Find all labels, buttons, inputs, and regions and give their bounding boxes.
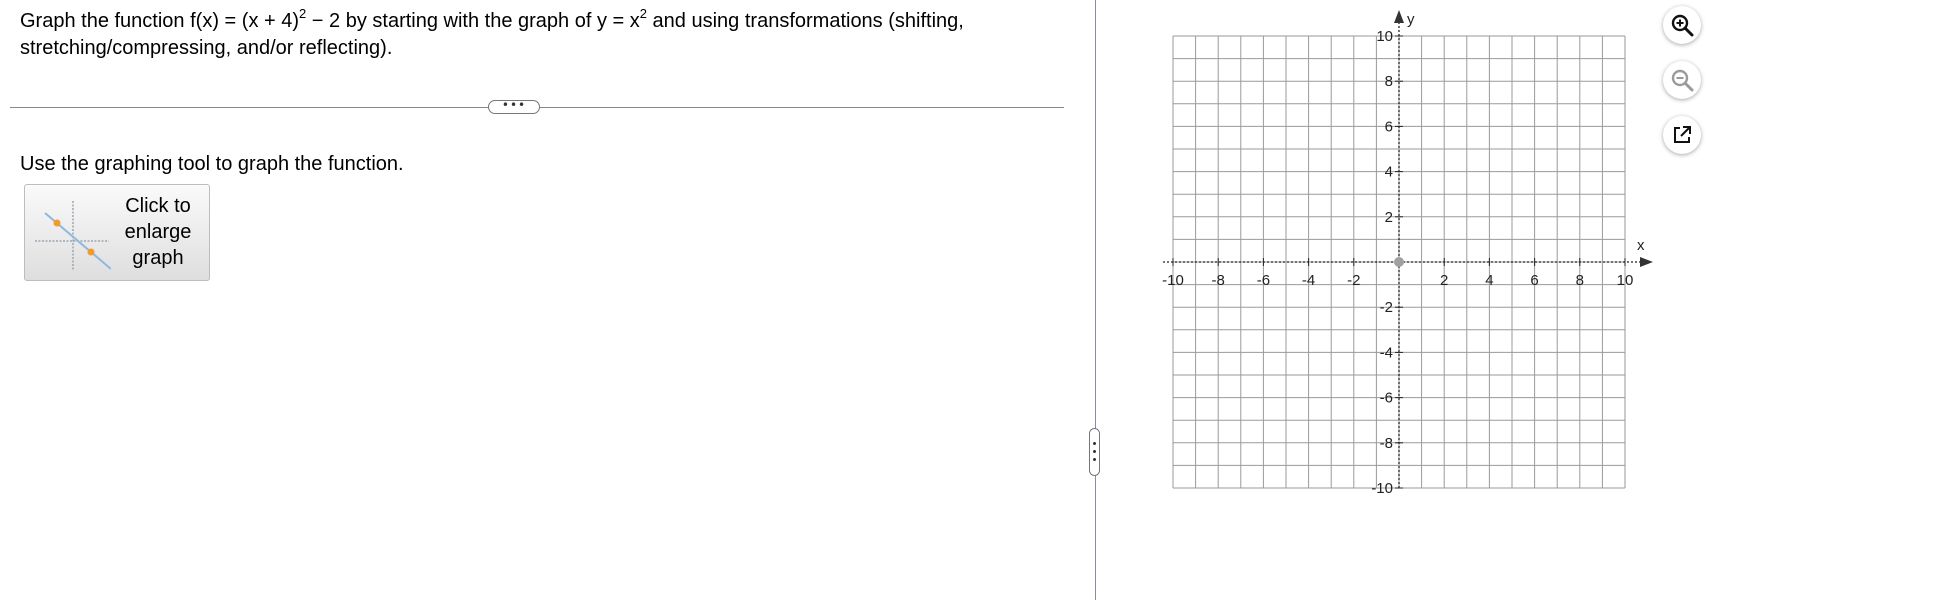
y-tick-label: 2: [1385, 209, 1393, 226]
y-tick-label: -4: [1380, 344, 1393, 361]
y-tick-label: -8: [1380, 435, 1393, 452]
zoom-in-icon: [1671, 14, 1694, 37]
pane-resize-handle[interactable]: [1089, 428, 1100, 476]
x-tick-label: -4: [1302, 272, 1315, 289]
y-axis-arrow: [1394, 10, 1404, 23]
y-axis-label: y: [1407, 11, 1415, 28]
x-axis-arrow: [1640, 257, 1653, 267]
x-tick-label: 6: [1530, 272, 1538, 289]
question-pane: Graph the function f(x) = (x + 4) 2 − 2 b…: [0, 0, 1096, 600]
graph-thumbnail-icon: [35, 201, 111, 271]
pop-out-icon: [1674, 126, 1691, 143]
pane-divider: [1095, 0, 1096, 600]
x-tick-label: -6: [1257, 272, 1270, 289]
exponent: 2: [639, 6, 647, 21]
y-tick-label: -6: [1380, 390, 1393, 407]
y-tick-label: -2: [1380, 299, 1393, 316]
question-text: Graph the function f(x) = (x + 4) 2 − 2 b…: [20, 6, 1040, 62]
origin-point: [1394, 257, 1404, 267]
zoom-in-button[interactable]: [1663, 6, 1701, 44]
x-tick-label: 8: [1576, 272, 1584, 289]
y-tick-label: 10: [1376, 28, 1393, 45]
question-part-2: − 2 by starting with the graph of y = x: [306, 10, 640, 32]
expand-divider-handle[interactable]: •••: [488, 99, 540, 114]
graphing-area[interactable]: -10 -8 -6 -4 -2 2 4 6 8 10 10 8 6 4 2 -2 -4 -6 -8 -10 x y: [1150, 0, 1670, 520]
x-axis-label: x: [1637, 237, 1645, 254]
y-tick-label: 6: [1385, 118, 1393, 135]
x-tick-label: 2: [1440, 272, 1448, 289]
enlarge-graph-button[interactable]: Click to enlarge graph: [24, 184, 210, 281]
question-part-1: Graph the function f(x) = (x + 4): [20, 10, 300, 32]
x-tick-label: 4: [1485, 272, 1493, 289]
zoom-out-button[interactable]: [1663, 61, 1701, 99]
y-tick-label: 4: [1385, 164, 1393, 181]
x-tick-label: 10: [1617, 272, 1634, 289]
zoom-out-icon: [1671, 69, 1694, 92]
y-tick-label: -10: [1371, 480, 1393, 497]
y-tick-label: 8: [1385, 73, 1393, 90]
x-tick-label: -2: [1347, 272, 1360, 289]
pop-out-button[interactable]: [1663, 116, 1701, 154]
x-tick-label: -8: [1212, 272, 1225, 289]
enlarge-graph-label: Click to enlarge graph: [124, 195, 192, 269]
x-tick-label: -10: [1162, 272, 1184, 289]
instruction-text: Use the graphing tool to graph the funct…: [20, 153, 404, 175]
